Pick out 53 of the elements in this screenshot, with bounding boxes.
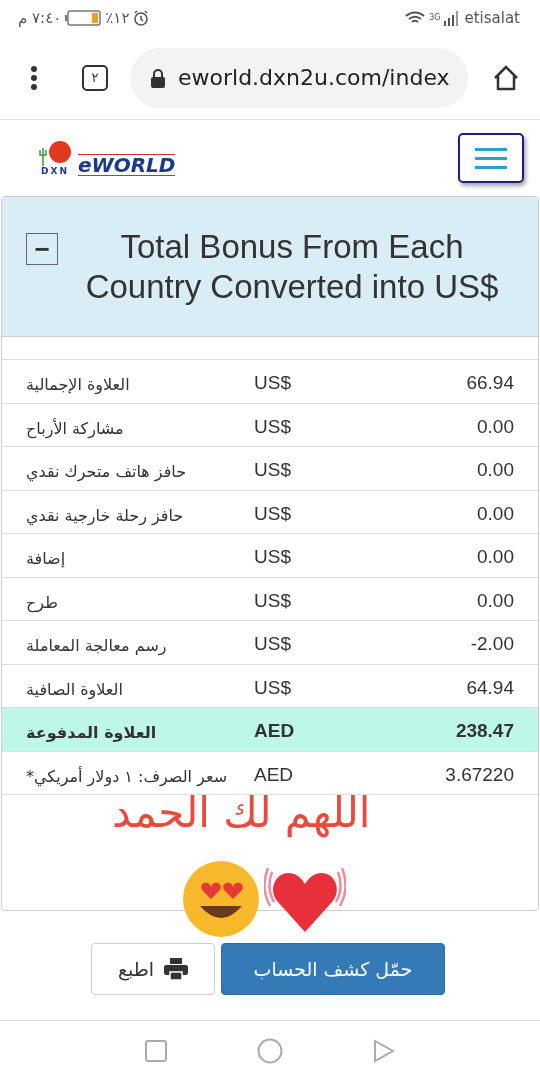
battery-percent: ٪١٢: [105, 9, 130, 27]
row-label: طرح: [26, 591, 59, 615]
row-label: العلاوة الإجمالية: [26, 374, 131, 397]
logo-mark-icon: [38, 140, 72, 166]
row-label: العلاوة المدفوعة: [26, 722, 158, 744]
amount-cell-text: 0.00: [476, 502, 514, 525]
amount-cell-text: 238.47: [454, 720, 514, 742]
row-label: مشاركة الأرباح: [26, 417, 125, 441]
url-text: eworld.dxn2u.com/index: [178, 65, 450, 90]
print-button[interactable]: اطبع: [91, 943, 215, 995]
currency-cell-text: US$: [254, 415, 292, 438]
menu-button[interactable]: [458, 133, 524, 183]
currency-cell-text: US$: [254, 633, 292, 655]
carrier-name: etisalat: [464, 9, 520, 27]
amount-cell-text: 66.94: [465, 372, 514, 394]
tab-count-button[interactable]: ٢: [82, 64, 108, 91]
amount-cell-text: 0.00: [476, 415, 514, 438]
currency-cell-text: US$: [254, 459, 292, 481]
alarm-icon: [133, 10, 150, 26]
currency-cell-text: US$: [254, 546, 292, 568]
amount-cell-text: 0.00: [476, 546, 514, 568]
currency-cell-text: AED: [254, 763, 295, 786]
network-type: 3G: [429, 13, 441, 22]
eworld-logo-text: eWORLD: [78, 154, 176, 176]
currency-cell-text: US$: [254, 502, 292, 525]
amount-cell-text: 0.00: [476, 459, 514, 481]
battery-icon: [65, 10, 102, 26]
logo-text: DXN: [41, 166, 69, 176]
amount-cell-text: 0.00: [476, 589, 514, 612]
clock-time: ٧:٤٠ م: [18, 9, 62, 27]
home-icon[interactable]: [492, 63, 520, 92]
lock-icon: [150, 67, 166, 88]
amount-cell-text: 64.94: [465, 676, 514, 699]
panel-title: Total Bonus From Each Country Converted into US$: [84, 226, 500, 307]
amount-cell-text: -2.00: [469, 633, 514, 655]
signal-icon: [444, 10, 461, 26]
currency-cell-text: US$: [254, 372, 292, 394]
row-label: رسم معالجة المعاملة: [26, 635, 168, 658]
row-label: حافز رحلة خارجية نقدي: [26, 504, 185, 528]
row-label: العلاوة الصافية: [26, 678, 124, 702]
address-bar[interactable]: eworld.dxn2u.com/index: [130, 47, 468, 108]
printer-icon: [164, 958, 189, 980]
row-label: إضافة: [26, 548, 67, 570]
row-label: حافز هاتف متحرك نقدي: [26, 461, 188, 484]
amount-cell-text: 3.67220: [444, 763, 514, 786]
currency-cell-text: US$: [254, 676, 292, 699]
menu-icon[interactable]: [30, 64, 38, 91]
collapse-button[interactable]: −: [26, 233, 58, 265]
currency-cell-text: US$: [254, 589, 292, 612]
download-statement-button[interactable]: حمّل كشف الحساب: [221, 943, 445, 995]
currency-cell-text: AED: [254, 720, 296, 742]
row-label: سعر الصرف: ١ دولار أمريكي*: [26, 765, 229, 789]
heart-eyes-face-icon: [182, 860, 260, 938]
